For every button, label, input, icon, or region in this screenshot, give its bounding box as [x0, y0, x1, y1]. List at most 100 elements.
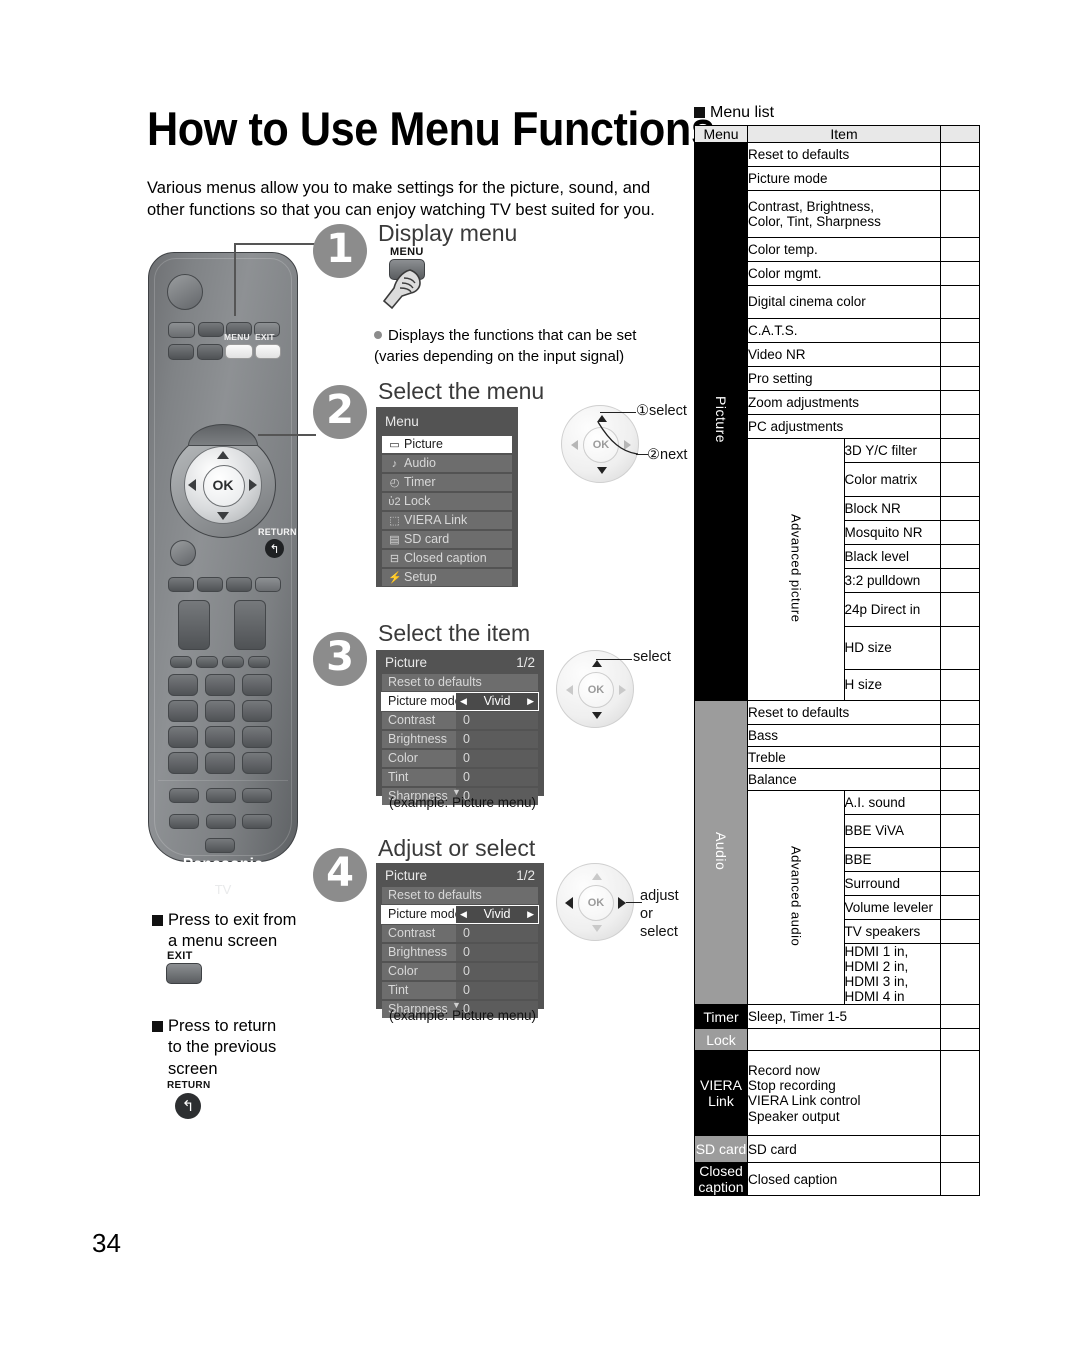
menu-list-ref-cell: [940, 790, 980, 815]
return-key-icon[interactable]: ↰: [175, 1093, 201, 1119]
step1-menu-key-label: MENU: [390, 246, 424, 258]
dpad-up-icon-step4: [592, 873, 602, 880]
menu-list-item-cell: Color matrix: [843, 462, 941, 497]
osd-picture-row-brightness[interactable]: Brightness 0: [382, 731, 538, 748]
osd-picture-row-contrast[interactable]: Contrast 0: [382, 712, 538, 729]
step-1-note: Displays the functions that can be set (…: [374, 327, 637, 366]
remote-key-s1: [170, 656, 192, 668]
menu-list-item-cell: BBE ViVA: [843, 814, 941, 848]
menu-list-ref-cell: [940, 592, 980, 627]
manual-page: How to Use Menu Functions Various menus …: [0, 0, 1080, 1353]
osd-menu-item-sd-card[interactable]: ▤ SD card: [382, 531, 512, 548]
menu-list-item-label: H size: [844, 677, 883, 693]
osd-menu-item-setup[interactable]: ⚡ Setup: [382, 569, 512, 586]
note-exit: Press to exit from a menu screen: [152, 910, 352, 953]
osd-picture-panel-step3: Picture 1/2 Reset to defaults Picture mode…: [376, 650, 544, 805]
step-3-title: Select the item: [378, 620, 531, 646]
osd-row-label: Picture mode: [382, 693, 462, 710]
menu-list-ref-cell: [940, 768, 980, 791]
osd-picture-row-brightness[interactable]: Brightness 0: [382, 944, 538, 961]
menu-list-ref-cell: [940, 520, 980, 545]
osd-menu-item-picture[interactable]: ▭ Picture: [382, 436, 512, 453]
remote-key-b5: [206, 814, 236, 829]
page-number: 34: [92, 1228, 121, 1258]
remote-key-menu[interactable]: [225, 344, 253, 359]
annotation-adjust-step4: adjust or select: [640, 887, 679, 941]
menu-list-ref-cell: [940, 1162, 980, 1197]
osd-picture-row-tint[interactable]: Tint 0: [382, 982, 538, 999]
menu-list-item-cell: Digital cinema color: [747, 285, 941, 319]
menu-list-item-cell: Pro setting: [747, 366, 941, 391]
menu-list-ref-cell: [940, 237, 980, 262]
menu-list-item-cell: [747, 1028, 941, 1052]
remote-key-b6: [242, 814, 272, 829]
menu-list-item-cell: Black level: [843, 544, 941, 569]
menu-list-ref-cell: [940, 1135, 980, 1164]
osd-picture-row-picture-mode[interactable]: Picture mode ◀ Vivid ▶: [381, 692, 539, 711]
bullet-square-icon: [152, 915, 163, 926]
setup-icon: ⚡: [388, 572, 402, 584]
menu-list-item-cell: BBE: [843, 847, 941, 872]
osd-row-label: Reset to defaults: [388, 675, 482, 689]
value-left-arrow-icon[interactable]: ◀: [460, 693, 467, 710]
osd-picture-row-reset-to-defaults[interactable]: Reset to defaults: [382, 887, 538, 904]
step-4-number: 4: [313, 848, 367, 902]
osd-picture-row-color[interactable]: Color 0: [382, 750, 538, 767]
menu-list-item-label: Digital cinema color: [748, 294, 866, 310]
menu-list-item-label: Zoom adjustments: [748, 394, 860, 410]
menu-list-row: Picture Reset to defaults: [694, 142, 980, 701]
remote-key-channel: [234, 600, 266, 650]
value-right-arrow-icon[interactable]: ▶: [527, 693, 534, 710]
menu-list-item-label: HDMI 1 in, HDMI 2 in, HDMI 3 in, HDMI 4 i…: [844, 944, 909, 1005]
menu-list-ref-cell: [940, 544, 980, 569]
osd-row-value: ◀ Vivid ▶: [456, 693, 538, 710]
menu-list-ref-cell: [940, 462, 980, 497]
value-left-arrow-icon[interactable]: ◀: [460, 906, 467, 923]
audio-note-icon: ♪: [391, 458, 398, 470]
osd-row-value: 0: [456, 925, 538, 942]
ok-button-label: OK: [212, 477, 234, 493]
exit-key-button[interactable]: [166, 963, 202, 984]
menu-list-item-cell: 3:2 pulldown: [843, 568, 941, 593]
menu-list-item-label: Block NR: [844, 500, 901, 516]
osd-menu-item-timer[interactable]: ◴ Timer: [382, 474, 512, 491]
remote-control-illustration: MENU EXIT OK RETURN ↰ Panasonic TV: [148, 252, 298, 897]
remote-divider: [158, 780, 288, 781]
osd-picture-row-contrast[interactable]: Contrast 0: [382, 925, 538, 942]
remote-key-r2c2: [197, 344, 223, 360]
menu-list-group-label: Closed caption: [698, 1163, 744, 1196]
menu-list-group-label: SD card: [695, 1141, 747, 1158]
remote-model: TV: [214, 882, 232, 897]
menu-list-item-label: Reset to defaults: [748, 146, 850, 162]
dpad-ok-step4: OK: [578, 885, 614, 921]
osd-menu-item-viera-link[interactable]: ⬚ VIERA Link: [382, 512, 512, 529]
bullet-dot-icon: [374, 331, 382, 339]
remote-key-c3: [226, 577, 252, 592]
osd-picture-row-picture-mode[interactable]: Picture mode ◀ Vivid ▶: [381, 905, 539, 924]
keypad-9: [242, 726, 272, 748]
annotation-select-step3: select: [633, 649, 671, 665]
osd-row-value: 0: [456, 963, 538, 980]
menu-list-ref-cell: [940, 261, 980, 286]
osd-menu-item-closed-caption[interactable]: ⊟ Closed caption: [382, 550, 512, 567]
menu-list-ref-cell: [940, 942, 980, 1006]
remote-key-volume: [178, 600, 210, 650]
osd-picture-row-reset-to-defaults[interactable]: Reset to defaults: [382, 674, 538, 691]
remote-exit-label: EXIT: [255, 332, 275, 342]
menu-list-item-cell: Color mgmt.: [747, 261, 941, 286]
return-icon[interactable]: ↰: [265, 539, 284, 558]
pointing-hand-icon: [382, 269, 421, 310]
remote-key-r1c2: [198, 322, 224, 337]
menu-list-group-timer: Timer: [694, 1004, 748, 1030]
osd-menu-item-lock[interactable]: ὑ2 Lock: [382, 493, 512, 510]
menu-list-item-cell: A.I. sound: [843, 790, 941, 815]
menu-list-row: Audio Reset to defaults: [694, 699, 980, 1006]
osd-picture-row-tint[interactable]: Tint 0: [382, 769, 538, 786]
remote-key-exit[interactable]: [255, 344, 281, 359]
annot-adjust-line1: adjust: [640, 888, 679, 904]
osd-picture-row-color[interactable]: Color 0: [382, 963, 538, 980]
dpad-right-icon-step3: [619, 685, 626, 695]
osd-menu-item-audio[interactable]: ♪ Audio: [382, 455, 512, 472]
value-right-arrow-icon[interactable]: ▶: [527, 906, 534, 923]
keypad-7: [168, 726, 198, 748]
